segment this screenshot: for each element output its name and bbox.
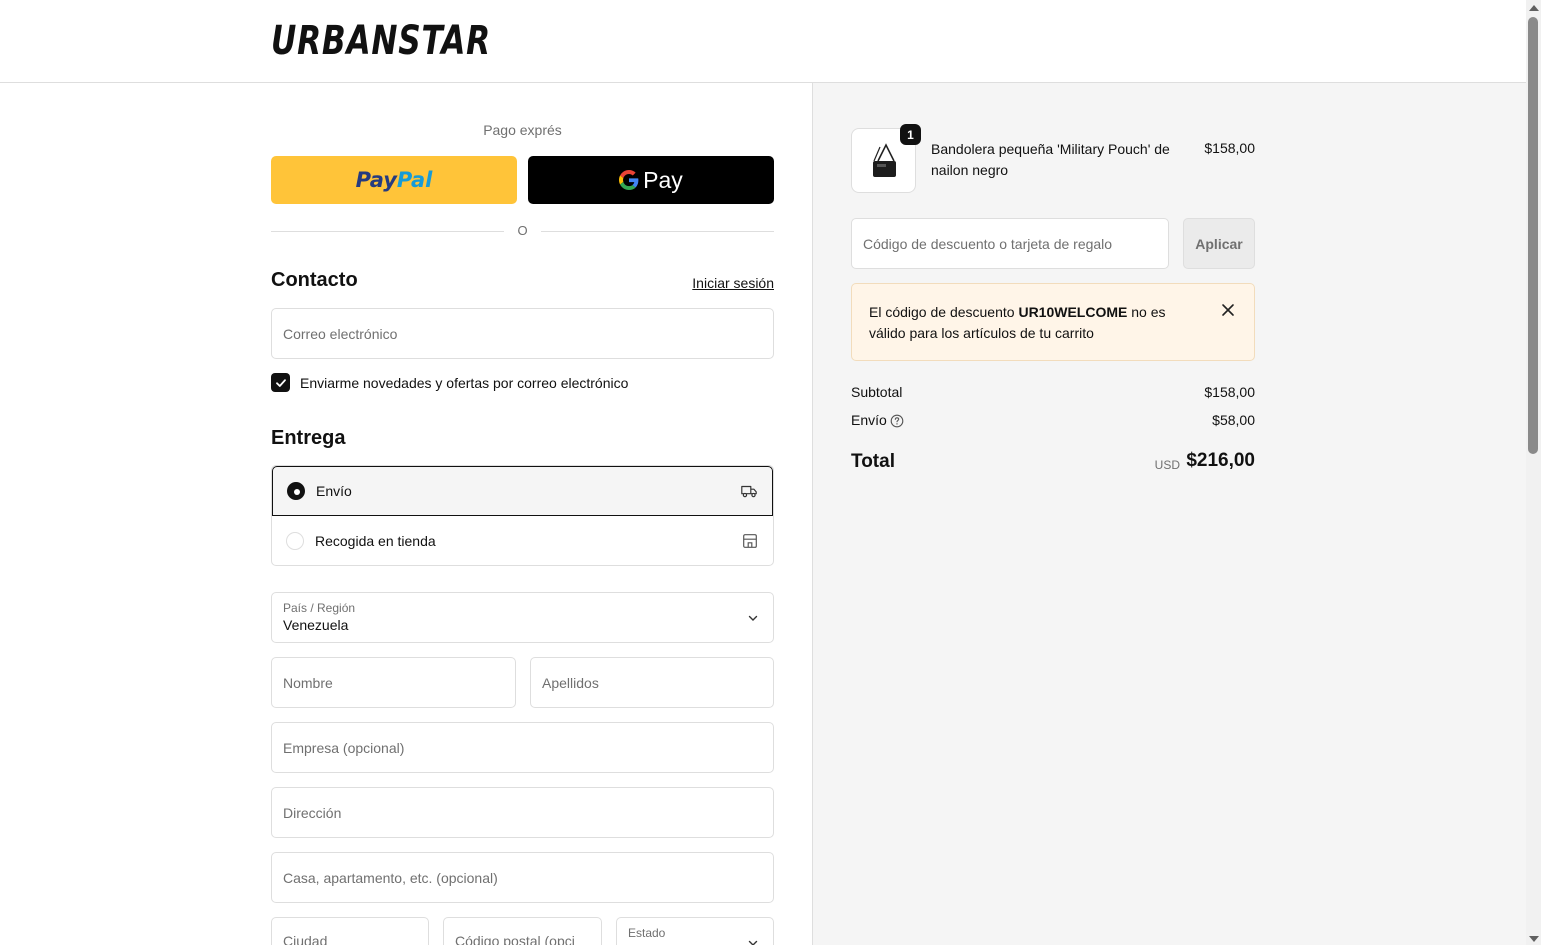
bag-image-icon	[872, 142, 896, 177]
last-name-input[interactable]	[531, 658, 773, 707]
state-chevron-down-icon	[748, 940, 758, 945]
last-name-field[interactable]	[530, 657, 774, 708]
company-field[interactable]	[271, 722, 774, 773]
city-field[interactable]: Ciudad	[271, 917, 429, 945]
country-select[interactable]: País / Región Venezuela	[271, 592, 774, 643]
google-pay-label: Pay	[643, 166, 683, 193]
delivery-option-pickup[interactable]: Recogida en tienda	[272, 516, 773, 565]
product-name: Bandolera pequeña 'Military Pouch' de na…	[931, 141, 1170, 178]
total-value: $216,00	[1186, 450, 1255, 471]
divider-left	[271, 231, 504, 232]
pickup-option-label: Recogida en tienda	[315, 533, 436, 549]
state-label: Estado	[628, 926, 666, 940]
apartment-input[interactable]	[272, 853, 773, 902]
alert-discount-code: UR10WELCOME	[1018, 304, 1128, 320]
first-name-input[interactable]	[272, 658, 515, 707]
postal-code-placeholder: Código postal (opci	[455, 933, 575, 945]
scroll-down-arrow-icon[interactable]	[1529, 936, 1539, 942]
address-input[interactable]	[272, 788, 773, 837]
divider-right	[541, 231, 774, 232]
newsletter-checkbox[interactable]	[271, 373, 290, 392]
email-field[interactable]	[271, 308, 774, 359]
checkout-page: URBANSTAR Pago exprés PayPal Pay O Conta…	[0, 0, 1541, 945]
shipping-value: $58,00	[1212, 412, 1255, 428]
apartment-field[interactable]	[271, 852, 774, 903]
discount-field[interactable]	[851, 218, 1169, 269]
first-name-field[interactable]	[271, 657, 516, 708]
discount-input[interactable]	[852, 219, 1168, 268]
total-currency: USD	[1154, 458, 1180, 472]
radio-shipping[interactable]	[287, 482, 305, 500]
subtotal-label: Subtotal	[851, 384, 903, 400]
postal-code-field[interactable]: Código postal (opci	[443, 917, 602, 945]
alert-message: El código de descuento UR10WELCOME no es…	[869, 304, 1166, 341]
address-field[interactable]	[271, 787, 774, 838]
shipping-label: Envío	[851, 412, 887, 428]
scrollbar[interactable]	[1526, 0, 1541, 945]
chevron-down-icon	[748, 615, 758, 621]
product-price: $158,00	[1204, 140, 1255, 156]
state-select[interactable]: Estado	[616, 917, 774, 945]
scroll-up-arrow-icon[interactable]	[1529, 5, 1539, 11]
newsletter-label: Enviarme novedades y ofertas por correo …	[300, 374, 629, 391]
contact-title: Contacto	[271, 269, 358, 291]
header: URBANSTAR	[0, 0, 1526, 83]
order-summary-panel	[812, 83, 1526, 945]
paypal-logo: PayPal	[355, 168, 433, 192]
check-icon	[275, 378, 286, 387]
help-icon[interactable]	[890, 414, 904, 428]
shipping-option-label: Envío	[316, 483, 352, 499]
google-g-icon	[619, 170, 639, 190]
subtotal-value: $158,00	[1204, 384, 1255, 400]
country-label: País / Región	[283, 601, 356, 615]
close-icon[interactable]	[1220, 302, 1236, 318]
login-link[interactable]: Iniciar sesión	[650, 275, 774, 291]
email-input[interactable]	[272, 309, 773, 358]
delivery-option-shipping[interactable]: Envío	[272, 466, 773, 516]
quantity-badge: 1	[900, 124, 921, 145]
discount-error-alert: El código de descuento UR10WELCOME no es…	[851, 283, 1255, 361]
google-pay-button[interactable]: Pay	[528, 156, 774, 204]
store-logo[interactable]: URBANSTAR	[271, 18, 491, 64]
radio-pickup[interactable]	[286, 532, 304, 550]
paypal-button[interactable]: PayPal	[271, 156, 517, 204]
country-value: Venezuela	[283, 617, 349, 633]
total-label: Total	[851, 451, 895, 472]
express-checkout-label: Pago exprés	[483, 122, 562, 138]
delivery-options: Envío Recogida en tienda	[271, 465, 774, 566]
delivery-title: Entrega	[271, 427, 346, 449]
city-placeholder: Ciudad	[283, 933, 328, 945]
divider-or: O	[517, 223, 528, 238]
truck-icon	[741, 485, 757, 498]
store-icon	[743, 534, 757, 548]
company-input[interactable]	[272, 723, 773, 772]
newsletter-row: Enviarme novedades y ofertas por correo …	[271, 373, 628, 392]
scrollbar-thumb[interactable]	[1528, 17, 1538, 454]
apply-button[interactable]: Aplicar	[1183, 218, 1255, 269]
